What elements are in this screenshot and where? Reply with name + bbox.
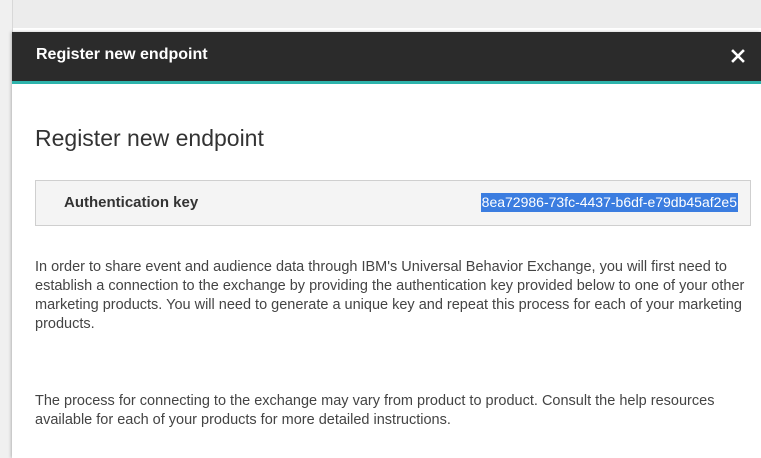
register-endpoint-dialog: Register new endpoint Register new endpo…: [12, 32, 761, 458]
close-button[interactable]: [725, 43, 751, 69]
authentication-key-box: Authentication key 8ea72986-73fc-4437-b6…: [35, 180, 751, 226]
authentication-key-label: Authentication key: [64, 194, 199, 211]
dialog-header-title: Register new endpoint: [36, 46, 208, 63]
page: Register new endpoint Register new endpo…: [0, 0, 761, 458]
close-icon: [731, 49, 745, 63]
background-app-top: [0, 0, 761, 28]
authentication-key-value[interactable]: 8ea72986-73fc-4437-b6df-e79db45af2e5: [480, 193, 738, 212]
help-paragraph: The process for connecting to the exchan…: [35, 393, 715, 428]
instructions-paragraph: In order to share event and audience dat…: [35, 259, 745, 332]
dialog-header: Register new endpoint: [12, 32, 761, 84]
body-title: Register new endpoint: [35, 125, 264, 151]
dialog-body: Register new endpoint Authentication key…: [12, 84, 761, 458]
